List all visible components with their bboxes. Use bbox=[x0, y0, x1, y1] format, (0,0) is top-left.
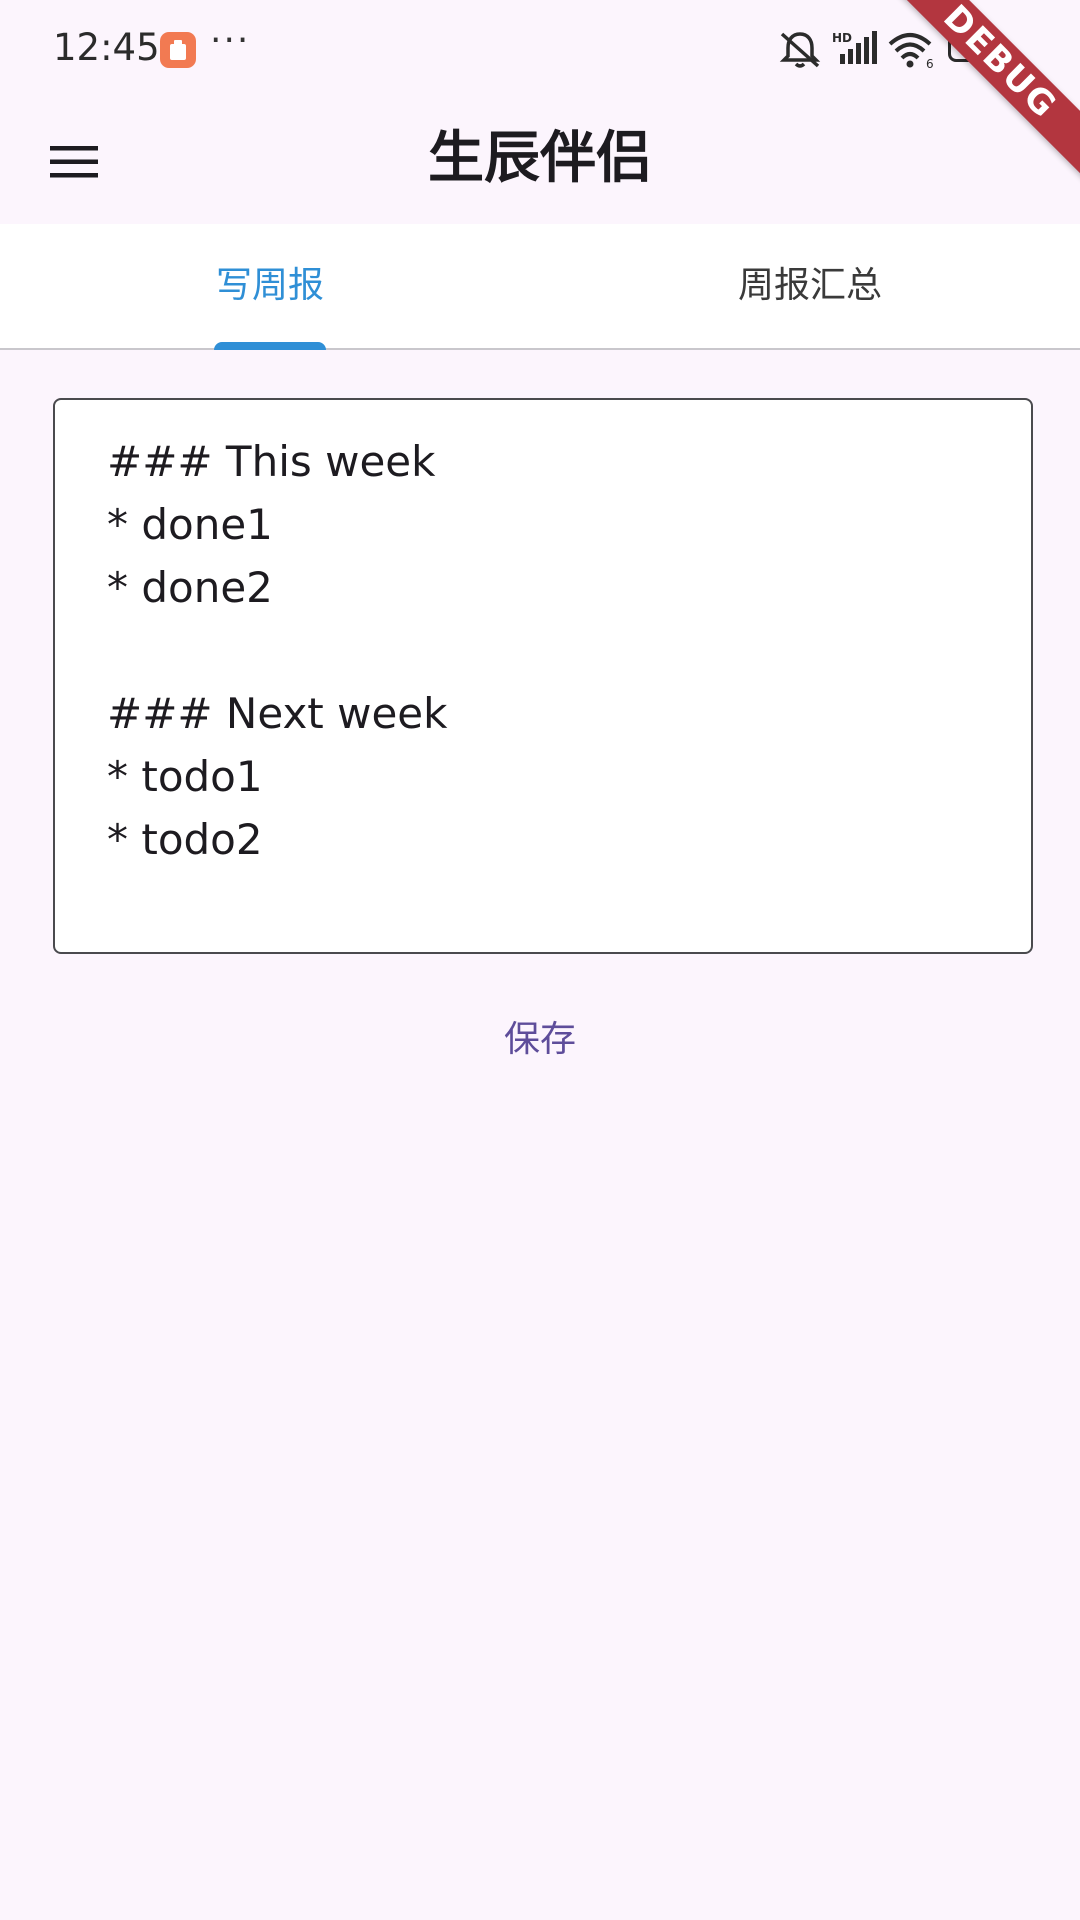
mute-icon bbox=[779, 32, 821, 68]
editor-line: ### Next week bbox=[107, 689, 448, 738]
tab-indicator bbox=[214, 342, 326, 350]
app-notification-icon bbox=[160, 32, 196, 68]
editor-line: * done2 bbox=[107, 563, 273, 612]
editor-line: ### This week bbox=[107, 437, 436, 486]
tab-write-weekly-report[interactable]: 写周报 bbox=[0, 224, 540, 348]
report-editor[interactable]: ### This week * done1 * done2 ### Next w… bbox=[53, 398, 1033, 954]
editor-line: * todo1 bbox=[107, 752, 263, 801]
tab-divider bbox=[0, 348, 1080, 350]
hd-signal-icon: HD bbox=[832, 31, 877, 64]
save-button[interactable]: 保存 bbox=[440, 1000, 640, 1080]
editor-line: * done1 bbox=[107, 500, 273, 549]
tab-bar: 写周报 周报汇总 bbox=[0, 224, 1080, 350]
app-title: 生辰伴侣 bbox=[428, 126, 652, 191]
app-bar: 生辰伴侣 bbox=[0, 100, 1080, 224]
editor-line: * todo2 bbox=[107, 815, 263, 864]
status-bar: 12:45 ··· HD 6 95 bbox=[0, 0, 1080, 100]
wifi-icon: 6 bbox=[888, 33, 934, 70]
more-notifications-icon: ··· bbox=[210, 20, 251, 61]
status-time: 12:45 bbox=[53, 26, 160, 69]
svg-text:HD: HD bbox=[832, 31, 852, 45]
tab-weekly-report-summary[interactable]: 周报汇总 bbox=[540, 224, 1080, 348]
svg-text:6: 6 bbox=[926, 57, 934, 70]
